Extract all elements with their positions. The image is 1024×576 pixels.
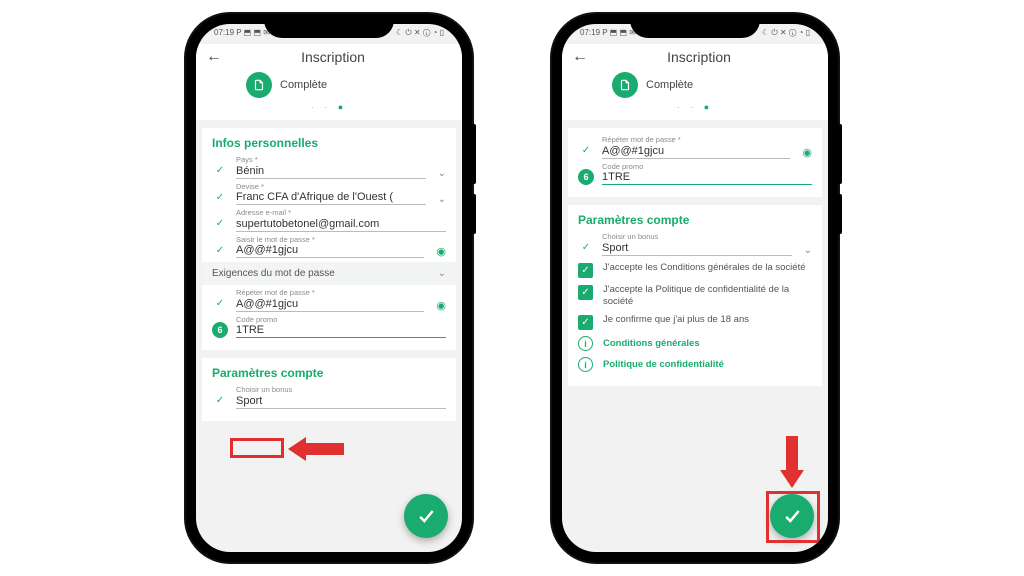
phone-right: 07:19 P ⬒ ⬒ ✉ … ☾ ⏻ ✕ ⓘ ◔ ▯ ← Inscriptio… (552, 14, 838, 562)
field-promo[interactable]: 6 Code promo 1TRE (212, 316, 446, 339)
chevron-down-icon: ⌄ (438, 268, 446, 279)
card-account: Paramètres compte ✓ Choisir un bonus Spo… (202, 358, 456, 421)
status-bar: 07:19 P ⬒ ⬒ ✉ … ☾ ⏻ ✕ ⓘ ◔ ▯ (196, 24, 462, 44)
step-complete-icon (612, 72, 638, 98)
check-icon: ✓ (578, 240, 594, 256)
password-requirements[interactable]: Exigences du mot de passe ⌄ (202, 262, 456, 285)
step-label: Complète (646, 79, 693, 91)
consent-privacy[interactable]: ✓ J'accepte la Politique de confidential… (578, 284, 812, 309)
field-currency[interactable]: ✓ Devise * Franc CFA d'Afrique de l'Oues… (212, 183, 446, 206)
check-icon: ✓ (212, 216, 228, 232)
field-password-repeat[interactable]: ✓ Répéter mot de passe * A@@#1gjcu ◉ (578, 136, 812, 159)
link-terms[interactable]: i Conditions générales (578, 336, 812, 351)
chevron-down-icon: ⌄ (438, 194, 446, 205)
field-promo[interactable]: 6 Code promo 1TRE (578, 163, 812, 186)
step-badge-6: 6 (578, 169, 594, 185)
chevron-down-icon: ⌄ (438, 168, 446, 179)
password2-value: A@@#1gjcu (236, 297, 424, 312)
info-icon: i (578, 336, 593, 351)
checkbox-checked-icon[interactable]: ✓ (578, 285, 593, 300)
field-bonus[interactable]: ✓ Choisir un bonus Sport ⌄ (578, 233, 812, 256)
password2-value: A@@#1gjcu (602, 144, 790, 159)
step-dots: · · ● (572, 102, 818, 112)
checkbox-checked-icon[interactable]: ✓ (578, 263, 593, 278)
card-personal: Infos personnelles ✓ Pays * Bénin ⌄ ✓ De… (202, 128, 456, 350)
promo-value: 1TRE (236, 323, 446, 338)
bonus-value: Sport (602, 241, 792, 256)
checkbox-checked-icon[interactable]: ✓ (578, 315, 593, 330)
field-country[interactable]: ✓ Pays * Bénin ⌄ (212, 156, 446, 179)
card-personal-cont: ✓ Répéter mot de passe * A@@#1gjcu ◉ 6 C… (568, 128, 822, 197)
section-personal-title: Infos personnelles (212, 136, 446, 150)
email-value: supertutobetonel@gmail.com (236, 217, 446, 232)
consent-age[interactable]: ✓ Je confirme que j'ai plus de 18 ans (578, 314, 812, 330)
field-password[interactable]: ✓ Saisir le mot de passe * A@@#1gjcu ◉ (212, 236, 446, 259)
promo-value: 1TRE (602, 170, 812, 185)
back-icon[interactable]: ← (572, 48, 588, 66)
step-dots: · · ● (206, 102, 452, 112)
field-email[interactable]: ✓ Adresse e-mail * supertutobetonel@gmai… (212, 209, 446, 232)
step-label: Complète (280, 79, 327, 91)
bonus-value: Sport (236, 394, 446, 409)
eye-icon[interactable]: ◉ (436, 245, 446, 258)
chevron-down-icon: ⌄ (804, 245, 812, 256)
currency-value: Franc CFA d'Afrique de l'Ouest ( (236, 190, 426, 205)
screen-right: 07:19 P ⬒ ⬒ ✉ … ☾ ⏻ ✕ ⓘ ◔ ▯ ← Inscriptio… (562, 24, 828, 552)
screen-left: 07:19 P ⬒ ⬒ ✉ … ☾ ⏻ ✕ ⓘ ◔ ▯ ← Inscriptio… (196, 24, 462, 552)
step-complete-icon (246, 72, 272, 98)
section-account-title: Paramètres compte (578, 213, 812, 227)
check-icon: ✓ (212, 393, 228, 409)
page-title: Inscription (596, 49, 802, 65)
app-header: ← Inscription Complète · · ● (562, 44, 828, 120)
check-icon: ✓ (212, 296, 228, 312)
link-privacy[interactable]: i Politique de confidentialité (578, 357, 812, 372)
annotation-promo-box (230, 438, 284, 458)
back-icon[interactable]: ← (206, 48, 222, 66)
step-badge-6: 6 (212, 322, 228, 338)
app-header: ← Inscription Complète · · ● (196, 44, 462, 120)
card-account: Paramètres compte ✓ Choisir un bonus Spo… (568, 205, 822, 386)
annotation-arrow-left (288, 437, 344, 461)
status-bar: 07:19 P ⬒ ⬒ ✉ … ☾ ⏻ ✕ ⓘ ◔ ▯ (562, 24, 828, 44)
eye-icon[interactable]: ◉ (436, 299, 446, 312)
check-icon: ✓ (212, 242, 228, 258)
eye-icon[interactable]: ◉ (802, 146, 812, 159)
country-value: Bénin (236, 164, 426, 179)
submit-fab[interactable] (404, 494, 448, 538)
info-icon: i (578, 357, 593, 372)
field-password-repeat[interactable]: ✓ Répéter mot de passe * A@@#1gjcu ◉ (212, 289, 446, 312)
phone-left: 07:19 P ⬒ ⬒ ✉ … ☾ ⏻ ✕ ⓘ ◔ ▯ ← Inscriptio… (186, 14, 472, 562)
check-icon: ✓ (578, 143, 594, 159)
submit-fab[interactable] (770, 494, 814, 538)
field-bonus[interactable]: ✓ Choisir un bonus Sport (212, 386, 446, 409)
password-value: A@@#1gjcu (236, 243, 424, 258)
check-icon: ✓ (212, 163, 228, 179)
page-title: Inscription (230, 49, 436, 65)
consent-terms[interactable]: ✓ J'accepte les Conditions générales de … (578, 262, 812, 278)
check-icon: ✓ (212, 189, 228, 205)
annotation-arrow-down (780, 436, 804, 488)
section-account-title: Paramètres compte (212, 366, 446, 380)
